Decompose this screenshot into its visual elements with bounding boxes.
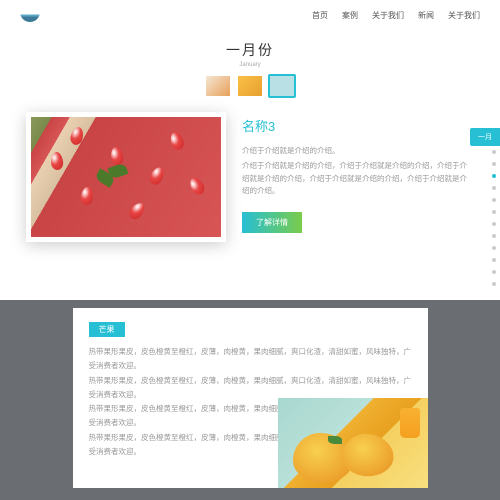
thumbnail-row bbox=[0, 74, 500, 98]
modal-overlay: × 芒果 热带果形果皮，皮色橙黄至橙红，皮薄，肉橙黄，果肉细腻，爽口化渣，清甜如… bbox=[0, 300, 500, 500]
modal-panel: × 芒果 热带果形果皮，皮色橙黄至橙红，皮薄，肉橙黄，果肉细腻，爽口化渣，清甜如… bbox=[73, 308, 428, 488]
thumb-3[interactable] bbox=[268, 74, 296, 98]
nav-cases[interactable]: 案例 bbox=[342, 10, 358, 21]
month-title-section: 一月份 January bbox=[0, 40, 500, 68]
page-dot[interactable] bbox=[492, 222, 496, 226]
modal-line: 热带果形果皮，皮色橙黄至橙红，皮薄，肉橙黄，果肉细腻，爽口化渣，清甜如蜜，风味独… bbox=[89, 345, 412, 374]
modal-image bbox=[278, 398, 428, 488]
page-dot[interactable] bbox=[492, 198, 496, 202]
side-pagination bbox=[492, 150, 496, 286]
logo-icon bbox=[20, 8, 40, 22]
product-name: 名称3 bbox=[242, 116, 474, 135]
content-row: 名称3 介绍于介绍就是介绍的介绍。 介绍于介绍就是介绍的介绍，介绍于介绍就是介绍… bbox=[0, 112, 500, 242]
product-desc-1: 介绍于介绍就是介绍的介绍。 bbox=[242, 145, 474, 158]
nav-about[interactable]: 关于我们 bbox=[372, 10, 404, 21]
modal-title-badge: 芒果 bbox=[89, 322, 125, 337]
page-dot[interactable] bbox=[492, 174, 496, 178]
month-title: 一月份 bbox=[0, 40, 500, 60]
page-dot[interactable] bbox=[492, 162, 496, 166]
page-dot[interactable] bbox=[492, 210, 496, 214]
page-dot[interactable] bbox=[492, 186, 496, 190]
product-detail: 名称3 介绍于介绍就是介绍的介绍。 介绍于介绍就是介绍的介绍，介绍于介绍就是介绍… bbox=[242, 112, 474, 242]
header: 首页 案例 关于我们 新闻 关于我们 bbox=[0, 0, 500, 30]
page-dot[interactable] bbox=[492, 246, 496, 250]
month-subtitle: January bbox=[0, 62, 500, 68]
learn-more-button[interactable]: 了解详情 bbox=[242, 212, 302, 233]
product-desc-2: 介绍于介绍就是介绍的介绍，介绍于介绍就是介绍的介绍，介绍于介绍就是介绍的介绍，介… bbox=[242, 160, 474, 198]
main-nav: 首页 案例 关于我们 新闻 关于我们 bbox=[312, 10, 480, 21]
product-image-card bbox=[26, 112, 226, 242]
nav-news[interactable]: 新闻 bbox=[418, 10, 434, 21]
page-dot[interactable] bbox=[492, 270, 496, 274]
page-dot[interactable] bbox=[492, 258, 496, 262]
side-month-tab[interactable]: 一月 bbox=[470, 128, 500, 146]
thumb-2[interactable] bbox=[236, 74, 264, 98]
nav-home[interactable]: 首页 bbox=[312, 10, 328, 21]
page-dot[interactable] bbox=[492, 282, 496, 286]
thumb-1[interactable] bbox=[204, 74, 232, 98]
nav-about2[interactable]: 关于我们 bbox=[448, 10, 480, 21]
page-dot[interactable] bbox=[492, 150, 496, 154]
page-dot[interactable] bbox=[492, 234, 496, 238]
product-image bbox=[31, 117, 221, 237]
